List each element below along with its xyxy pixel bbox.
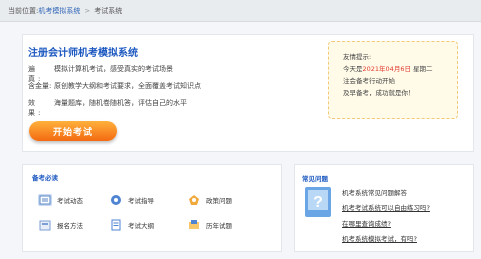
svg-text:?: ?	[313, 194, 323, 211]
intro-row-effect: 效 果: 海量题库，随机卷随机答，评估自己的水平	[28, 98, 187, 118]
note-item-guide[interactable]: 考试指导	[109, 194, 154, 206]
note-item-label: 政策问题	[206, 197, 232, 205]
note-item-past-papers[interactable]: 历年试题	[187, 219, 232, 231]
note-item-syllabus[interactable]: 考试大纲	[109, 219, 154, 231]
tip-line-3: 注会备考行动开始	[343, 77, 395, 85]
note-item-signup[interactable]: 报名方法	[38, 219, 83, 231]
intro-row-value: 海量题库，随机卷随机答，评估自己的水平	[54, 99, 187, 107]
news-icon	[38, 194, 52, 206]
tip-heading: 友情提示:	[343, 53, 372, 61]
note-item-policy[interactable]: 政策问题	[187, 194, 232, 206]
faq-question-icon: ?	[304, 185, 334, 221]
tip-date-line: 今天是2021年04月6日 星期二	[343, 63, 457, 75]
guide-icon	[109, 194, 123, 206]
intro-row-value-content: 含金量: 原创教学大纲和考试要求，全面覆盖考试知识点	[28, 81, 201, 91]
breadcrumb-link-mock-exam[interactable]: 机考模拟系统	[38, 6, 80, 16]
faq-item-3[interactable]: 在哪里查询成绩?	[342, 218, 391, 228]
notes-panel	[22, 164, 282, 252]
note-item-label: 报名方法	[57, 222, 83, 230]
tip-box: 友情提示: 今天是2021年04月6日 星期二 注会备考行动开始 及早备考，成功…	[328, 41, 458, 119]
tip-date: 2021年04月6日	[362, 65, 411, 73]
faq-title: 常见问题	[302, 175, 328, 183]
signup-icon	[38, 219, 52, 231]
breadcrumb-current: 考试系统	[94, 6, 123, 15]
note-item-label: 考试指导	[128, 197, 154, 205]
page-title: 注册会计师机考模拟系统	[28, 48, 138, 59]
intro-row-key: 含金量:	[28, 82, 52, 90]
tip-date-prefix: 今天是	[343, 65, 363, 73]
faq-item-2[interactable]: 机考考试系统可以自由练习吗?	[342, 202, 430, 212]
note-item-label: 历年试题	[206, 222, 232, 230]
faq-item-4[interactable]: 机考系统模拟考试，有吗?	[342, 233, 417, 243]
breadcrumb-prefix: 当前位置:	[8, 6, 39, 15]
start-exam-button[interactable]: 开始考试	[29, 121, 117, 141]
notes-title: 备考必读	[32, 174, 58, 182]
policy-icon	[187, 194, 201, 206]
tip-weekday: 星期二	[413, 65, 433, 73]
breadcrumb: 当前位置: 机考模拟系统 > 考试系统	[0, 0, 481, 22]
breadcrumb-separator: >	[84, 6, 91, 15]
intro-row-key: 效 果:	[28, 99, 44, 117]
note-item-news[interactable]: 考试动态	[38, 194, 83, 206]
tip-line-4: 及早备考，成功就是你！	[343, 89, 415, 97]
intro-row-value: 原创教学大纲和考试要求，全面覆盖考试知识点	[54, 82, 201, 90]
faq-item-1[interactable]: 机考系统常见问题解答	[342, 187, 407, 197]
note-item-label: 考试动态	[57, 197, 83, 205]
syllabus-icon	[109, 219, 123, 231]
note-item-label: 考试大纲	[128, 222, 154, 230]
exam-paper-icon	[187, 219, 201, 231]
